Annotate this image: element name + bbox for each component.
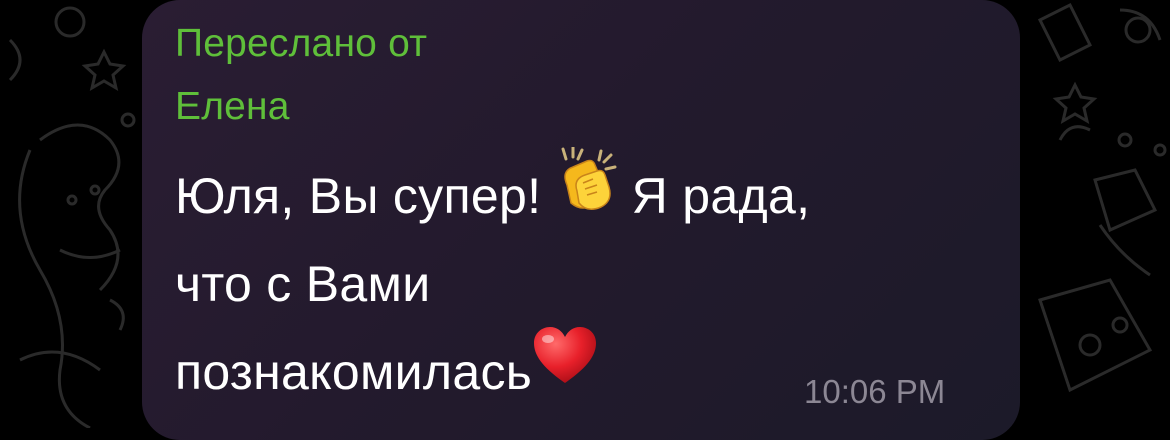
clapping-hands-icon — [555, 145, 617, 240]
message-line-1: Юля, Вы супер! Я рада, — [175, 145, 1005, 240]
red-heart-icon — [532, 325, 598, 414]
message-timestamp: 10:06 PM — [804, 373, 946, 410]
message-text-part: познакомилась — [175, 344, 533, 400]
forwarded-header[interactable]: Переслано от Елена — [175, 22, 427, 129]
message-line-2: что с Вами — [175, 256, 431, 312]
message-text-part: Юля, Вы супер! — [175, 168, 542, 224]
forwarded-label: Переслано от — [175, 22, 428, 65]
message-text-part: Я рада, — [631, 168, 811, 224]
forwarded-sender-name[interactable]: Елена — [175, 85, 427, 129]
